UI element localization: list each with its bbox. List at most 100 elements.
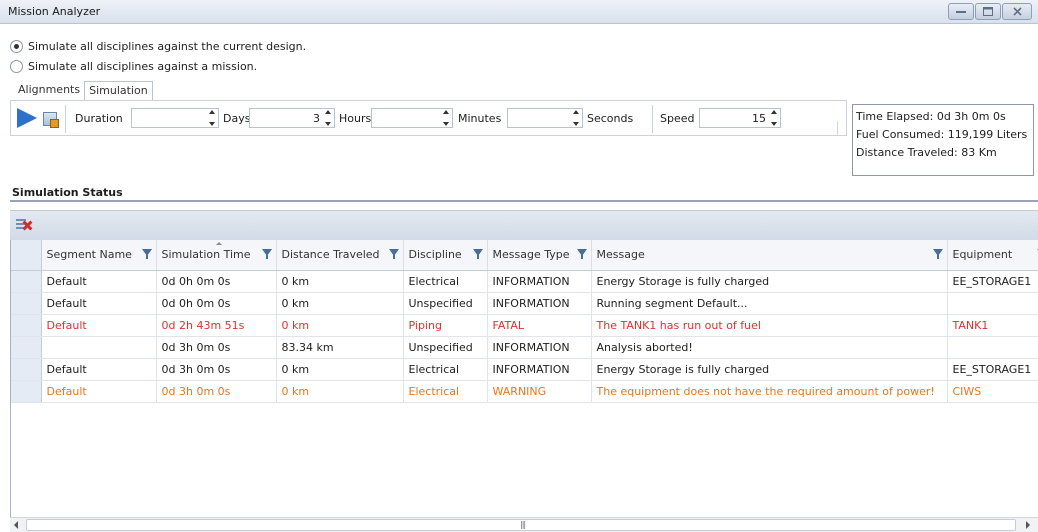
cell-distance: 0 km (276, 270, 404, 293)
cell-type: FATAL (487, 314, 592, 337)
scroll-left-icon[interactable] (14, 521, 18, 529)
spin-down-icon[interactable] (573, 122, 579, 126)
cell-equipment: EE_STORAGE1 (947, 358, 1038, 381)
close-icon[interactable] (1002, 3, 1032, 20)
spin-down-icon[interactable] (325, 122, 331, 126)
days-label: Days (223, 112, 251, 125)
table-row[interactable]: 0d 3h 0m 0s 83.34 km Unspecified INFORMATIO… (11, 336, 1038, 359)
table-row[interactable]: Default 0d 3h 0m 0s 0 km Electrical INFORMAT… (11, 358, 1038, 381)
window-controls (948, 3, 1032, 20)
minimize-glyph (956, 10, 966, 13)
maximize-glyph (983, 7, 993, 16)
cell-discipline: Electrical (403, 270, 488, 293)
seconds-label: Seconds (587, 112, 634, 125)
column-header[interactable]: Discipline (403, 240, 488, 271)
cell-segment (41, 336, 157, 359)
seconds-stepper[interactable] (507, 108, 583, 128)
cell-time: 0d 0h 0m 0s (156, 270, 277, 293)
row-selector[interactable] (11, 358, 42, 381)
spin-up-icon[interactable] (443, 110, 449, 114)
table-row[interactable]: Default 0d 3h 0m 0s 0 km Electrical WARNING T… (11, 380, 1038, 403)
spin-down-icon[interactable] (771, 122, 777, 126)
spin-up-icon[interactable] (771, 110, 777, 114)
tab-simulation[interactable]: Simulation (84, 81, 153, 100)
speed-value: 15 (752, 112, 766, 125)
column-header[interactable]: Distance Traveled (276, 240, 404, 271)
filter-icon[interactable] (141, 249, 152, 259)
column-header[interactable]: Equipment (947, 240, 1038, 271)
speed-arrows[interactable] (769, 110, 779, 126)
simulation-toolbar: Duration Days 3 Hours Minutes Seconds Sp… (10, 100, 847, 136)
toolbar-grip[interactable] (837, 121, 846, 135)
filter-icon[interactable] (388, 249, 399, 259)
cell-segment: Default (41, 358, 157, 381)
row-selector[interactable] (11, 314, 42, 337)
scroll-thumb[interactable]: ||| (26, 519, 1016, 531)
minutes-stepper[interactable] (371, 108, 453, 128)
tab-alignments[interactable]: Alignments (14, 81, 84, 100)
spin-up-icon[interactable] (209, 110, 215, 114)
cell-message: Energy Storage is fully charged (591, 270, 948, 293)
maximize-icon[interactable] (975, 3, 1001, 20)
minimize-icon[interactable] (948, 3, 974, 20)
filter-icon[interactable] (576, 249, 587, 259)
cell-time: 0d 0h 0m 0s (156, 292, 277, 315)
cell-discipline: Unspecified (403, 292, 488, 315)
cell-distance: 0 km (276, 292, 404, 315)
row-selector[interactable] (11, 270, 42, 293)
scroll-right-icon[interactable] (1026, 521, 1030, 529)
toolbar-separator (65, 105, 66, 133)
cell-discipline: Piping (403, 314, 488, 337)
cell-equipment: EE_STORAGE1 (947, 270, 1038, 293)
cell-equipment: TANK1 (947, 314, 1038, 337)
mode-option-label: Simulate all disciplines against a missi… (28, 59, 258, 73)
cell-type: WARNING (487, 380, 592, 403)
clear-filters-icon[interactable] (16, 218, 33, 232)
days-arrows[interactable] (207, 110, 217, 126)
cell-message: Analysis aborted! (591, 336, 948, 359)
spin-down-icon[interactable] (443, 122, 449, 126)
close-glyph (1012, 7, 1022, 16)
column-label: Message Type (492, 248, 570, 262)
mode-option-label: Simulate all disciplines against the cur… (28, 39, 307, 53)
time-elapsed: Time Elapsed: 0d 3h 0m 0s (856, 110, 1006, 123)
radio-current-design[interactable] (10, 39, 23, 53)
table-row[interactable]: Default 0d 2h 43m 51s 0 km Piping FATAL The T… (11, 314, 1038, 337)
cell-time: 0d 3h 0m 0s (156, 358, 277, 381)
filter-icon[interactable] (932, 249, 943, 259)
horizontal-scrollbar[interactable]: ||| (10, 517, 1038, 532)
filter-icon[interactable] (472, 249, 483, 259)
filter-icon[interactable] (261, 249, 272, 259)
cell-segment: Default (41, 270, 157, 293)
column-label: Message (596, 248, 645, 262)
column-header[interactable]: Segment Name (41, 240, 157, 271)
radio-mission[interactable] (10, 59, 23, 73)
schedule-edit-icon[interactable] (43, 112, 59, 128)
cell-type: INFORMATION (487, 270, 592, 293)
table-row[interactable]: Default 0d 0h 0m 0s 0 km Unspecified INFORMA… (11, 292, 1038, 315)
mode-option-mission[interactable]: Simulate all disciplines against a missi… (10, 56, 306, 76)
cell-time: 0d 2h 43m 51s (156, 314, 277, 337)
table-row[interactable]: Default 0d 0h 0m 0s 0 km Electrical INFORMAT… (11, 270, 1038, 293)
column-header[interactable]: Message Type (487, 240, 592, 271)
spin-up-icon[interactable] (325, 110, 331, 114)
seconds-arrows[interactable] (571, 110, 581, 126)
column-header[interactable]: Simulation Time (156, 240, 277, 271)
status-divider (10, 200, 1038, 202)
spin-up-icon[interactable] (573, 110, 579, 114)
hours-stepper[interactable]: 3 (249, 108, 335, 128)
spin-down-icon[interactable] (209, 122, 215, 126)
status-table: Segment Name Simulation Time Distance Tr… (11, 240, 1038, 403)
row-selector[interactable] (11, 336, 42, 359)
cell-distance: 0 km (276, 380, 404, 403)
minutes-arrows[interactable] (441, 110, 451, 126)
speed-stepper[interactable]: 15 (699, 108, 781, 128)
play-icon[interactable] (17, 108, 37, 128)
row-selector[interactable] (11, 292, 42, 315)
hours-arrows[interactable] (323, 110, 333, 126)
days-stepper[interactable] (131, 108, 219, 128)
window-title: Mission Analyzer (8, 5, 101, 18)
row-selector[interactable] (11, 380, 42, 403)
mode-option-current-design[interactable]: Simulate all disciplines against the cur… (10, 36, 306, 56)
column-header[interactable]: Message (591, 240, 948, 271)
